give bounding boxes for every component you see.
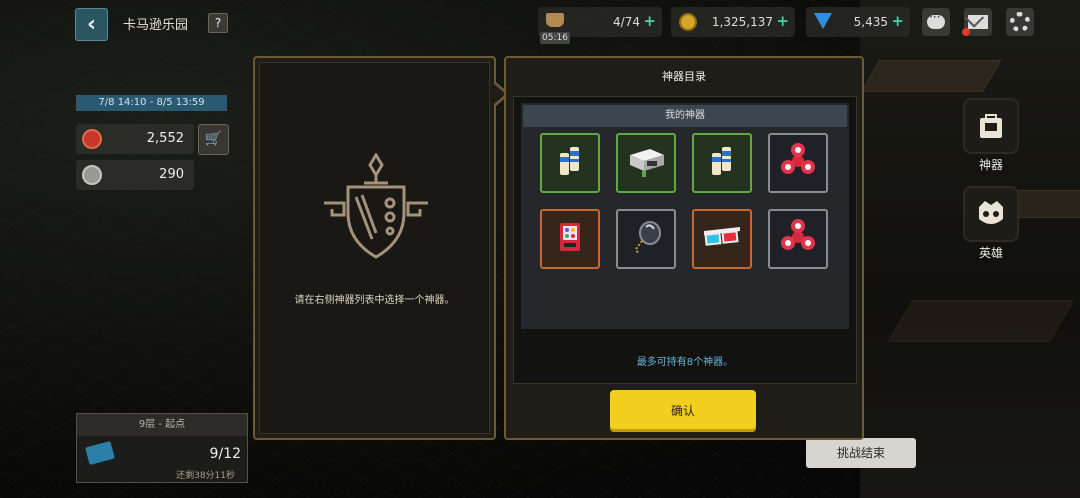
stamina-timer: 05:16 — [540, 32, 570, 44]
ticket-icon — [85, 440, 115, 466]
diamond-icon — [814, 13, 832, 29]
gem-value: 5,435 — [853, 15, 888, 29]
catalog-title: 神器目录 — [662, 70, 706, 83]
artifact-slot[interactable] — [768, 133, 828, 193]
add-gems-button[interactable]: + — [891, 12, 904, 30]
artifact-detail-panel: 请在右侧神器列表中选择一个神器。 — [253, 56, 496, 440]
artifact-slot[interactable] — [692, 133, 752, 193]
gear-icon — [1010, 12, 1030, 32]
shop-cart-button[interactable]: 🛒 — [198, 124, 229, 155]
coin-counter: 1,325,137 + — [671, 7, 795, 37]
floor-progress-card[interactable]: 9层 - 起点 9/12 还剩38分11秒 — [76, 413, 248, 483]
coin-value: 1,325,137 — [711, 15, 773, 29]
event-currency-b-value: 290 — [159, 167, 184, 182]
end-challenge-button[interactable]: 挑战结束 — [806, 438, 916, 468]
shield-sword-crest-icon — [324, 153, 428, 259]
bottles-icon — [702, 141, 742, 185]
vending-machine-icon — [550, 217, 590, 261]
artifact-slot[interactable] — [768, 209, 828, 269]
projector-icon — [624, 141, 668, 185]
side-nav-artifact-label: 神器 — [978, 158, 1003, 172]
my-artifacts-header: 我的神器 — [523, 105, 847, 127]
add-coins-button[interactable]: + — [776, 12, 789, 30]
selection-hint: 请在右侧神器列表中选择一个神器。 — [294, 295, 455, 306]
notification-dot — [962, 28, 970, 36]
settings-button[interactable] — [1006, 8, 1034, 36]
event-currency-a-value: 2,552 — [146, 131, 184, 146]
artifact-slot[interactable] — [540, 209, 600, 269]
event-currency-a: 2,552 — [76, 124, 194, 154]
artifact-slot[interactable] — [692, 209, 752, 269]
floor-title: 9层 - 起点 — [77, 414, 247, 436]
mail-icon — [968, 15, 988, 29]
side-nav-hero-label: 英雄 — [978, 246, 1003, 260]
artifact-slot[interactable] — [616, 133, 676, 193]
side-nav-hero[interactable]: 英雄 — [961, 186, 1021, 261]
gold-coin-icon — [679, 13, 697, 31]
side-nav-artifact[interactable]: 神器 — [961, 98, 1021, 173]
capacity-note: 最多可持有8个神器。 — [636, 357, 734, 368]
mirror-pendant-icon — [626, 217, 666, 261]
catalog-inner: 我的神器 最多可持有8个神器。 — [513, 96, 857, 384]
event-currency-b: 290 — [76, 160, 194, 190]
time-remaining: 还剩38分11秒 — [176, 471, 235, 481]
help-button[interactable]: ? — [208, 13, 228, 33]
my-artifacts-box: 我的神器 — [521, 103, 849, 329]
artifact-catalog-panel: 神器目录 我的神器 最多可持有8个神器。 — [504, 56, 864, 440]
coffee-cup-icon — [546, 13, 564, 27]
stamina-value: 4/74 — [613, 15, 640, 29]
red-token-icon — [82, 129, 102, 149]
hero-mask-icon — [963, 186, 1019, 242]
silver-medal-icon — [82, 165, 102, 185]
event-date-range: 7/8 14:10 - 8/5 13:59 — [76, 95, 227, 111]
artifact-bag-icon — [963, 98, 1019, 154]
chat-bubble-icon — [927, 10, 945, 29]
bottles-icon — [550, 141, 590, 185]
back-arrow-icon: ‹ — [86, 12, 97, 37]
shopping-cart-icon: 🛒 — [204, 131, 223, 147]
fidget-spinner-icon — [778, 217, 818, 261]
confirm-button[interactable]: 确认 — [610, 390, 756, 432]
artifact-slot[interactable] — [616, 209, 676, 269]
fidget-spinner-icon — [778, 141, 818, 185]
chat-button[interactable] — [922, 8, 950, 36]
floor-progress: 9/12 — [209, 446, 241, 462]
3d-glasses-icon — [700, 217, 744, 261]
add-stamina-button[interactable]: + — [643, 12, 656, 30]
page-title: 卡马逊乐园 — [123, 18, 189, 33]
back-button[interactable]: ‹ — [75, 8, 108, 41]
gem-counter: 5,435 + — [806, 7, 910, 37]
artifact-slot[interactable] — [540, 133, 600, 193]
